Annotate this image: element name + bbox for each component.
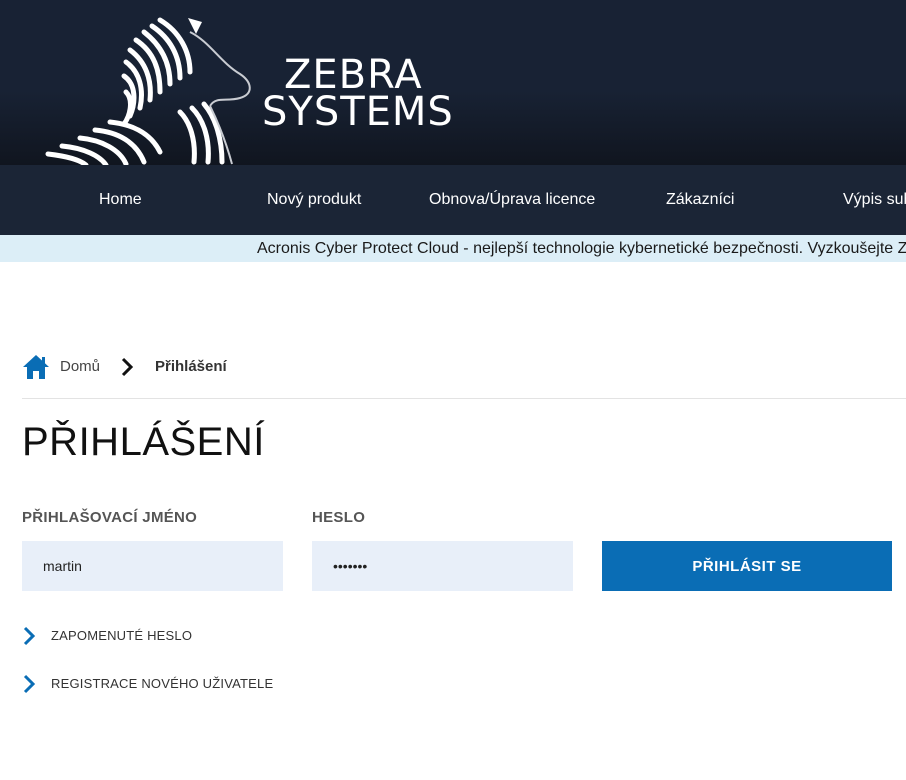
nav-item-home[interactable]: Home [99,165,142,235]
password-label: HESLO [312,509,366,526]
password-input[interactable] [312,541,573,591]
zebra-logo-icon[interactable] [40,12,260,165]
breadcrumb-home-link[interactable]: Domů [60,358,100,375]
announcement-ticker: Acronis Cyber Protect Cloud - nejlepší t… [0,235,906,262]
nav-item-customers[interactable]: Zákazníci [666,165,734,235]
nav-item-listing[interactable]: Výpis sub [843,165,906,235]
main-navigation: Home Nový produkt Obnova/Úprava licence … [0,165,906,235]
chevron-right-icon [23,674,36,694]
login-button[interactable]: PŘIHLÁSIT SE [602,541,892,591]
site-header: ZEBRA SYSTEMS [0,0,906,165]
forgot-password-label: ZAPOMENUTÉ HESLO [51,628,193,643]
register-user-label: REGISTRACE NOVÉHO UŽIVATELE [51,676,274,691]
nav-item-new-product[interactable]: Nový produkt [267,165,361,235]
username-label: PŘIHLAŠOVACÍ JMÉNO [22,509,198,526]
username-input[interactable] [22,541,283,591]
page-title: PŘIHLÁŠENÍ [22,420,265,464]
home-icon[interactable] [22,354,50,380]
chevron-right-icon [121,357,134,377]
divider [22,398,906,399]
nav-item-license-renewal[interactable]: Obnova/Úprava licence [429,165,595,235]
chevron-right-icon [23,626,36,646]
ticker-text[interactable]: Acronis Cyber Protect Cloud - nejlepší t… [257,235,906,262]
brand-name-line2: SYSTEMS [262,89,454,135]
breadcrumb-current: Přihlášení [155,358,227,375]
